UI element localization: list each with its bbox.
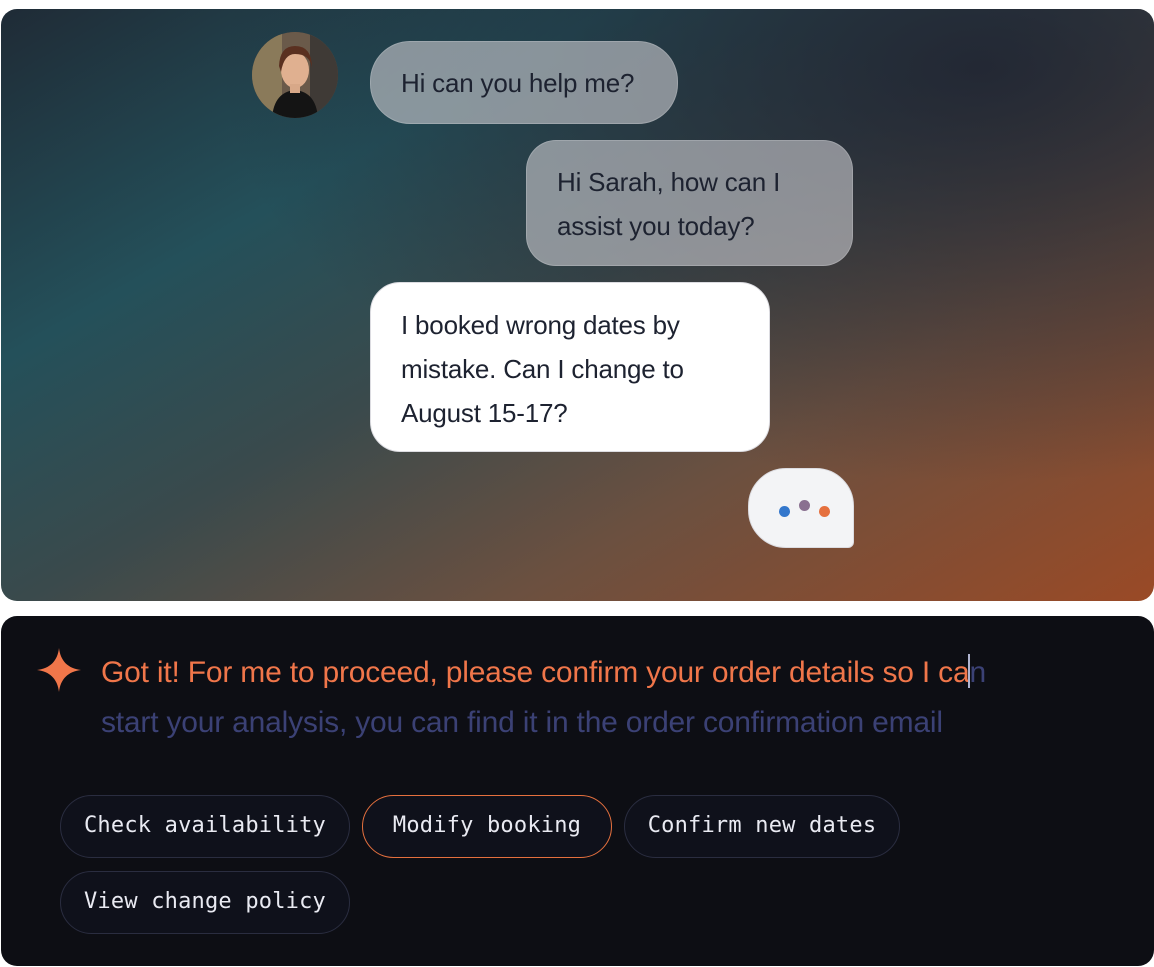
message-text-line: mistake. Can I change to bbox=[401, 354, 684, 384]
agent-message-bubble: Hi Sarah, how can I assist you today? bbox=[526, 140, 853, 266]
typing-dot-blue bbox=[779, 506, 790, 517]
suggestion-view-change-policy[interactable]: View change policy bbox=[60, 871, 350, 934]
assistant-pending-text: n bbox=[969, 656, 986, 689]
typing-indicator bbox=[748, 468, 854, 548]
typing-dot-orange bbox=[819, 506, 830, 517]
suggestion-check-availability[interactable]: Check availability bbox=[60, 795, 350, 858]
message-text-line: Hi Sarah, how can I bbox=[557, 167, 781, 197]
sparkle-icon bbox=[37, 648, 81, 692]
typing-dot-purple bbox=[799, 500, 810, 511]
suggestion-modify-booking[interactable]: Modify booking bbox=[362, 795, 612, 858]
assistant-pending-text: start your analysis, you can find it in … bbox=[101, 706, 943, 739]
assistant-typed-text: Got it! For me to proceed, please confir… bbox=[101, 656, 970, 689]
suggestion-confirm-new-dates[interactable]: Confirm new dates bbox=[624, 795, 900, 858]
message-text-line: August 15-17? bbox=[401, 398, 568, 428]
user-message-bubble-active: I booked wrong dates by mistake. Can I c… bbox=[370, 282, 770, 452]
message-text-line: assist you today? bbox=[557, 211, 755, 241]
message-text: Hi can you help me? bbox=[401, 68, 635, 98]
assistant-response: Got it! For me to proceed, please confir… bbox=[101, 648, 1111, 748]
user-avatar bbox=[252, 32, 338, 118]
avatar-portrait-icon bbox=[252, 32, 338, 118]
user-message-bubble: Hi can you help me? bbox=[370, 41, 678, 124]
message-text-line: I booked wrong dates by bbox=[401, 310, 680, 340]
